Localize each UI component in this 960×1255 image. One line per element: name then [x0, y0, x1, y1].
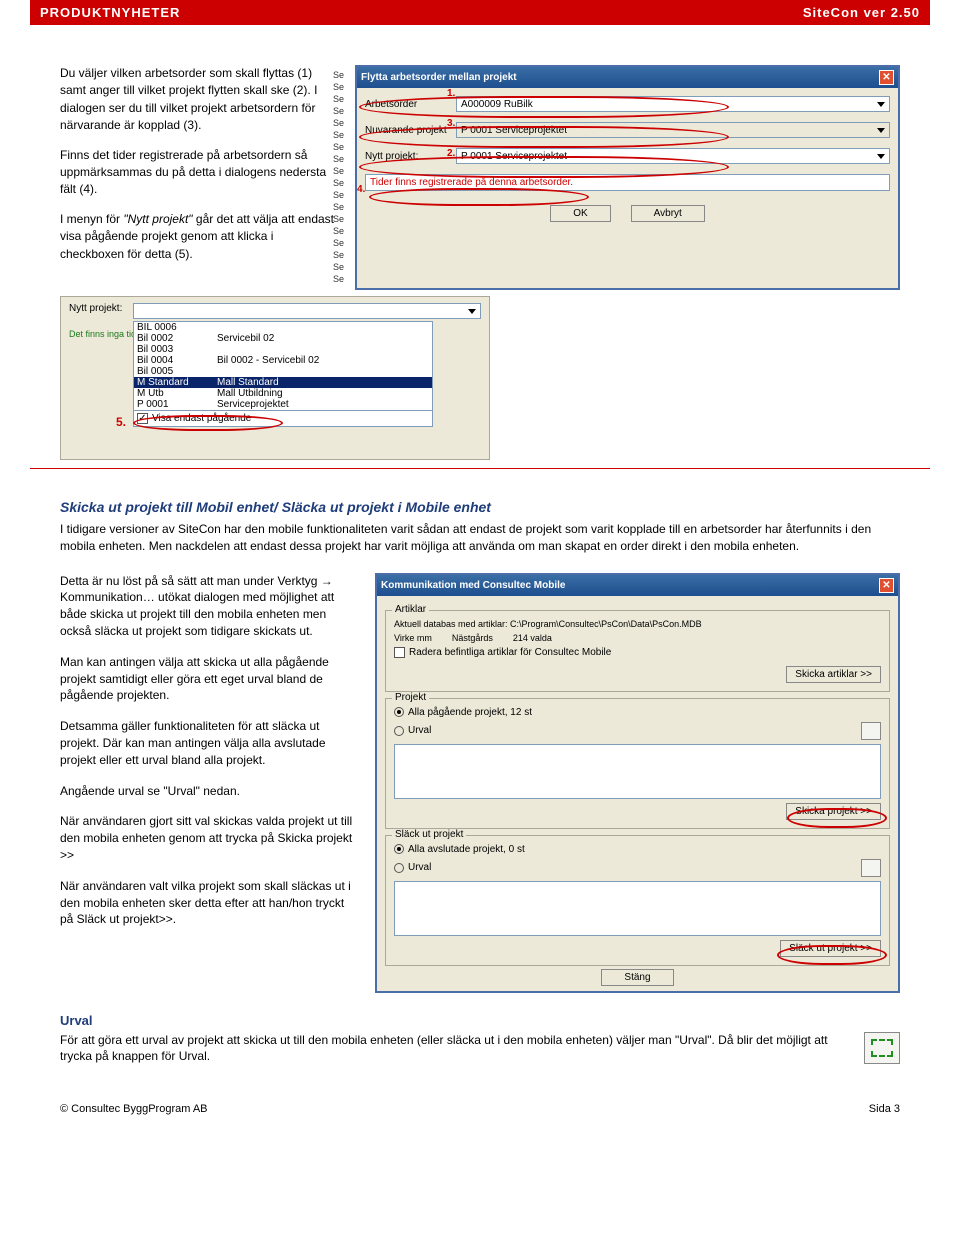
warning-box: Tider finns registrerade på denna arbets… [365, 174, 890, 191]
side-text: SeSeSeSeSeSeSeSeSeSeSeSeSeSeSeSeSeSe [333, 69, 344, 285]
chk-label: Visa endast pågående [152, 413, 251, 424]
btn-skicka-artiklar[interactable]: Skicka artiklar >> [786, 666, 881, 683]
grp-projekt: Projekt Alla pågående projekt, 12 st Urv… [385, 698, 890, 829]
intro-p3: I menyn för "Nytt projekt" går det att v… [60, 211, 340, 263]
nytt-projekt-panel: Nytt projekt: Det finns inga tider regis… [60, 296, 490, 460]
dialog-kommunikation: Kommunikation med Consultec Mobile ✕ Art… [375, 573, 900, 993]
chevron-down-icon [468, 309, 476, 314]
chevron-down-icon [877, 128, 885, 133]
col2-p3: Detsamma gäller funktionaliteten för att… [60, 718, 360, 768]
section2-heading: Skicka ut projekt till Mobil enhet/ Släc… [60, 499, 900, 515]
ok-button[interactable]: OK [550, 205, 610, 222]
list-item[interactable]: BIL 0006 [134, 322, 432, 333]
list-item[interactable]: Bil 0003 [134, 344, 432, 355]
radio-urval-1[interactable] [394, 726, 404, 736]
urval-icon[interactable] [864, 1032, 900, 1064]
dd-nytt[interactable]: P 0001 Serviceprojektet [456, 148, 890, 164]
urval-text: För att göra ett urval av projekt att sk… [60, 1032, 844, 1066]
intro-p2: Finns det tider registrerade på arbetsor… [60, 147, 340, 199]
red-divider [30, 468, 930, 469]
close-icon[interactable]: ✕ [879, 70, 894, 85]
marker-3: 3. [447, 118, 455, 129]
checkbox-radera[interactable] [394, 647, 405, 658]
urval-small-icon[interactable] [861, 859, 881, 877]
checkbox-visa-pag[interactable]: ✓ [137, 413, 148, 424]
header-right: SiteCon ver 2.50 [803, 5, 920, 20]
btn-slack-projekt[interactable]: Släck ut projekt >> [780, 940, 881, 957]
chevron-down-icon [877, 154, 885, 159]
col2-p6: När användaren valt vilka projekt som sk… [60, 878, 360, 928]
urval-heading: Urval [60, 1013, 900, 1028]
np-listbox[interactable]: BIL 0006 Bil 0002Servicebil 02 Bil 0003 … [133, 321, 433, 427]
col2-p4: Angående urval se "Urval" nedan. [60, 783, 360, 800]
close-icon[interactable]: ✕ [879, 578, 894, 593]
section2-intro: I tidigare versioner av SiteCon har den … [60, 521, 900, 555]
marker-2: 2. [447, 148, 455, 159]
cancel-button[interactable]: Avbryt [631, 205, 705, 222]
dialog2-titlebar[interactable]: Kommunikation med Consultec Mobile ✕ [377, 575, 898, 596]
dialog2-title: Kommunikation med Consultec Mobile [381, 580, 565, 591]
col-valda: 214 valda [513, 633, 552, 643]
radio-alla-avsl[interactable] [394, 844, 404, 854]
footer-left: © Consultec ByggProgram AB [60, 1103, 208, 1115]
list-item[interactable]: Bil 0004Bil 0002 - Servicebil 02 [134, 355, 432, 366]
list-item[interactable]: M StandardMall Standard [134, 377, 432, 388]
db-path: Aktuell databas med artiklar: C:\Program… [394, 619, 881, 629]
dialog-flytta: Flytta arbetsorder mellan projekt ✕ 1. A… [355, 65, 900, 290]
section2-col-text: Detta är nu löst på så sätt att man unde… [60, 573, 360, 993]
btn-stang[interactable]: Stäng [601, 969, 673, 986]
slack-list [394, 881, 881, 936]
dialog1-title: Flytta arbetsorder mellan projekt [361, 72, 517, 83]
marker-4: 4. [357, 184, 365, 195]
dialog1-titlebar[interactable]: Flytta arbetsorder mellan projekt ✕ [357, 67, 898, 88]
radio-alla-pag[interactable] [394, 707, 404, 717]
lbl-nytt: Nytt projekt: [365, 151, 450, 162]
grp-artiklar: Artiklar Aktuell databas med artiklar: C… [385, 610, 890, 692]
np-label: Nytt projekt: [69, 303, 129, 314]
header-left: PRODUKTNYHETER [40, 5, 180, 20]
chevron-down-icon [877, 102, 885, 107]
marker-1: 1. [447, 88, 455, 99]
col2-p5: När användaren gjort sitt val skickas va… [60, 813, 360, 863]
dd-arbetsorder[interactable]: A000009 RuBilk [456, 96, 890, 112]
grp-slack: Släck ut projekt Alla avslutade projekt,… [385, 835, 890, 966]
col-nast: Nästgårds [452, 633, 493, 643]
radio-urval-2[interactable] [394, 863, 404, 873]
intro-p1: Du väljer vilken arbetsorder som skall f… [60, 65, 340, 135]
footer-right: Sida 3 [869, 1103, 900, 1115]
projekt-list [394, 744, 881, 799]
list-item[interactable]: Bil 0005 [134, 366, 432, 377]
btn-skicka-projekt[interactable]: Skicka projekt >> [786, 803, 881, 820]
col-virke: Virke mm [394, 633, 432, 643]
col2-p2: Man kan antingen välja att skicka ut all… [60, 654, 360, 704]
marker-5: 5. [116, 415, 126, 429]
col2-p1: Detta är nu löst på så sätt att man unde… [60, 573, 360, 640]
dd-nuvarande: P 0001 Serviceprojektet [456, 122, 890, 138]
intro-text: Du väljer vilken arbetsorder som skall f… [60, 65, 340, 290]
np-dropdown[interactable] [133, 303, 481, 319]
list-item[interactable]: M UtbMall Utbildning [134, 388, 432, 399]
list-item[interactable]: P 0001Serviceprojektet [134, 399, 432, 410]
footer: © Consultec ByggProgram AB Sida 3 [30, 1083, 930, 1125]
lbl-arbetsorder: Arbetsorder [365, 99, 450, 110]
urval-small-icon[interactable] [861, 722, 881, 740]
list-item[interactable]: Bil 0002Servicebil 02 [134, 333, 432, 344]
lbl-nuvarande: Nuvarande projekt [365, 125, 450, 136]
header-bar: PRODUKTNYHETER SiteCon ver 2.50 [30, 0, 930, 25]
